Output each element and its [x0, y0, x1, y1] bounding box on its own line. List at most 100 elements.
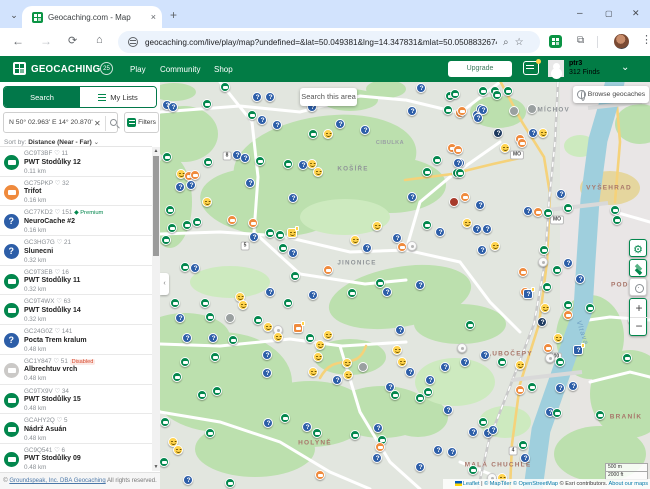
- mystery-cache-marker[interactable]: [262, 368, 272, 378]
- mystery-cache-marker[interactable]: [395, 325, 405, 335]
- traditional-cache-marker[interactable]: [612, 215, 622, 225]
- traditional-cache-marker[interactable]: [478, 417, 488, 427]
- found-smiley-marker[interactable]: [238, 300, 248, 310]
- found-smiley-marker[interactable]: [287, 228, 297, 238]
- mystery-cache-marker[interactable]: [447, 447, 457, 457]
- mystery-cache-marker[interactable]: [528, 128, 538, 138]
- traditional-cache-marker[interactable]: [465, 320, 475, 330]
- traditional-cache-marker[interactable]: [205, 312, 215, 322]
- found-smiley-marker[interactable]: [343, 370, 353, 380]
- mystery-cache-marker[interactable]: [425, 375, 435, 385]
- forward-icon[interactable]: →: [40, 34, 52, 48]
- traditional-cache-marker[interactable]: [305, 333, 315, 343]
- multi-cache-marker[interactable]: [517, 138, 527, 148]
- multi-cache-marker[interactable]: [315, 470, 325, 480]
- zoom-out-button[interactable]: −: [630, 318, 648, 337]
- user-avatar[interactable]: [548, 60, 564, 77]
- maptiler-link[interactable]: © MapTiler: [484, 481, 513, 487]
- traditional-cache-marker[interactable]: [527, 382, 537, 392]
- site-info-icon[interactable]: [128, 37, 138, 47]
- mystery-cache-marker[interactable]: [453, 158, 463, 168]
- traditional-cache-marker[interactable]: [539, 245, 549, 255]
- found-smiley-marker[interactable]: [173, 445, 183, 455]
- home-icon[interactable]: ⌂: [96, 34, 103, 46]
- tab-search-chevron-icon[interactable]: ⌄: [6, 7, 22, 23]
- traditional-cache-marker[interactable]: [468, 465, 478, 475]
- traditional-cache-marker[interactable]: [478, 86, 488, 96]
- mystery-cache-marker[interactable]: [523, 206, 533, 216]
- mystery-cache-marker[interactable]: [265, 92, 275, 102]
- tab-my-lists[interactable]: My Lists: [80, 87, 156, 107]
- scrollbar-thumb[interactable]: [153, 156, 159, 256]
- mystery-cache-marker[interactable]: [468, 427, 478, 437]
- cache-result-item[interactable]: GCAHY2Q ♡ 5Nádrž Asuán0.48 km: [0, 414, 152, 444]
- zoom-page-icon[interactable]: ⌕: [503, 37, 509, 48]
- back-icon[interactable]: ←: [12, 34, 24, 48]
- browse-geocaches-button[interactable]: Browse geocaches: [573, 86, 649, 103]
- leaflet-link[interactable]: Leaflet: [463, 481, 480, 487]
- traditional-cache-marker[interactable]: [247, 110, 257, 120]
- mystery-cache-marker[interactable]: [433, 445, 443, 455]
- traditional-cache-marker[interactable]: [390, 390, 400, 400]
- traditional-cache-marker[interactable]: [290, 271, 300, 281]
- mystery-cache-marker[interactable]: [563, 258, 573, 268]
- traditional-cache-marker[interactable]: [160, 417, 170, 427]
- mystery-cache-marker[interactable]: [407, 106, 417, 116]
- window-close-button[interactable]: ✕: [632, 8, 640, 19]
- osm-link[interactable]: © OpenStreetMap: [513, 481, 560, 487]
- multi-cache-marker[interactable]: [518, 267, 528, 277]
- mystery-cache-marker[interactable]: [520, 453, 530, 463]
- traditional-cache-marker[interactable]: [543, 208, 553, 218]
- traditional-cache-marker[interactable]: [347, 288, 357, 298]
- traditional-cache-marker[interactable]: [283, 159, 293, 169]
- multi-cache-marker[interactable]: [375, 442, 385, 452]
- mystery-cache-marker[interactable]: [362, 243, 372, 253]
- traditional-cache-marker[interactable]: [622, 353, 632, 363]
- gray-cache-marker[interactable]: [358, 362, 368, 372]
- search-input[interactable]: N 50° 02.963' E 14° 20.870' ✕: [3, 112, 118, 133]
- sidebar-scrollbar[interactable]: ▲ ▼: [152, 147, 160, 471]
- found-smiley-marker[interactable]: [273, 332, 283, 342]
- user-menu-chevron-icon[interactable]: ⌄: [621, 62, 629, 73]
- mystery-cache-marker[interactable]: [440, 362, 450, 372]
- found-smiley-marker[interactable]: [500, 143, 510, 153]
- browser-tab[interactable]: Geocaching.com - Map ×: [22, 6, 162, 28]
- traditional-cache-marker[interactable]: [200, 298, 210, 308]
- scroll-down-icon[interactable]: ▼: [153, 464, 159, 470]
- mystery-cache-marker[interactable]: [252, 92, 262, 102]
- mystery-cache-marker[interactable]: [335, 119, 345, 129]
- waypoint-marker[interactable]: [538, 257, 548, 267]
- cache-result-item[interactable]: GC75PKP ♡ 32Trifot0.16 km: [0, 177, 152, 207]
- traditional-cache-marker[interactable]: [552, 265, 562, 275]
- traditional-cache-marker[interactable]: [265, 228, 275, 238]
- map-canvas[interactable]: KOŠÍŘESMÍCHOVJINONICECIBULKAHLUBOČEPYHOL…: [160, 82, 650, 489]
- cache-result-item[interactable]: GC24G0Z ♡ 141Pocta Trem kralum0.48 km: [0, 325, 152, 355]
- cache-result-item[interactable]: GC9T3EB ♡ 16PWT Stodůlky 110.32 km: [0, 266, 152, 296]
- mystery-cache-marker[interactable]: [288, 193, 298, 203]
- cache-result-item[interactable]: GC9Q541 ♡ 6PWT Stodůlky 090.48 km: [0, 444, 152, 472]
- mystery-cache-marker[interactable]: [272, 120, 282, 130]
- mystery-cache-marker[interactable]: [245, 178, 255, 188]
- mystery-cache-marker[interactable]: [262, 350, 272, 360]
- url-bar[interactable]: geocaching.com/live/play/map?undefined=&…: [118, 31, 540, 53]
- mystery-cache-marker[interactable]: [332, 375, 342, 385]
- traditional-cache-marker[interactable]: [205, 428, 215, 438]
- found-smiley-marker[interactable]: [462, 218, 472, 228]
- traditional-cache-marker[interactable]: [455, 168, 465, 178]
- mystery-cache-marker[interactable]: [186, 180, 196, 190]
- cache-result-item[interactable]: GC3HG7G ♡ 21Slunecni0.32 km: [0, 236, 152, 266]
- mystery-cache-marker[interactable]: [240, 153, 250, 163]
- mystery-cache-marker[interactable]: [415, 280, 425, 290]
- multi-cache-marker[interactable]: [543, 343, 553, 353]
- new-tab-button[interactable]: +: [170, 8, 177, 22]
- found-smiley-marker[interactable]: [372, 221, 382, 231]
- groundspeak-link[interactable]: Groundspeak, Inc. DBA Geocaching: [9, 478, 105, 484]
- traditional-cache-marker[interactable]: [220, 82, 230, 92]
- multi-cache-marker[interactable]: [515, 385, 525, 395]
- search-icon[interactable]: [110, 119, 117, 126]
- mystery-cache-marker[interactable]: [482, 224, 492, 234]
- traditional-cache-marker[interactable]: [212, 386, 222, 396]
- upgrade-button[interactable]: Upgrade: [448, 61, 512, 77]
- mystery-cache-marker[interactable]: [182, 333, 192, 343]
- traditional-cache-marker[interactable]: [432, 155, 442, 165]
